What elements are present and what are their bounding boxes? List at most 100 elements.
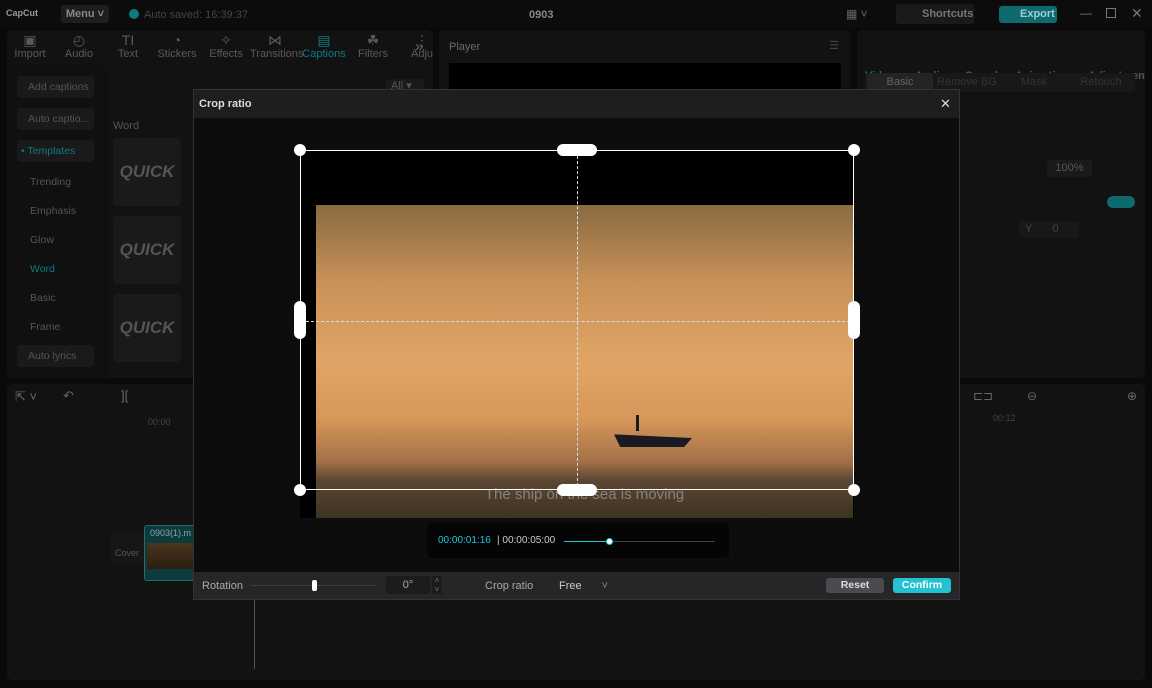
sidebar-item-word[interactable]: Word bbox=[30, 263, 55, 275]
effects-icon: ✧ bbox=[220, 32, 232, 48]
tab-audio[interactable]: ◴ Audio bbox=[54, 32, 104, 60]
auto-captions-button[interactable]: Auto captio... bbox=[17, 108, 94, 130]
crop-handle-top-right[interactable] bbox=[848, 144, 860, 156]
subtab-2[interactable]: Mask bbox=[1001, 73, 1067, 92]
tab-effects[interactable]: ✧ Effects bbox=[201, 32, 251, 60]
maximize-button[interactable] bbox=[1106, 8, 1116, 18]
cover-label: Cover bbox=[114, 548, 139, 558]
sidebar-item-frame[interactable]: Frame bbox=[30, 321, 60, 333]
export-button[interactable]: Export bbox=[999, 6, 1057, 23]
crop-handle-bottom[interactable] bbox=[557, 484, 597, 496]
crop-handle-bottom-left[interactable] bbox=[294, 484, 306, 496]
sidebar-item-trending[interactable]: Trending bbox=[30, 176, 71, 188]
tab-label: Text bbox=[117, 48, 139, 60]
tab-captions[interactable]: ▤ Captions bbox=[299, 32, 349, 60]
captions-icon: ▤ bbox=[317, 32, 331, 48]
player-menu-icon[interactable]: ☰ bbox=[829, 39, 839, 52]
crop-ratio-label: Crop ratio bbox=[485, 580, 534, 592]
auto-lyrics-button[interactable]: Auto lyrics bbox=[17, 345, 94, 367]
confirm-button[interactable]: Confirm bbox=[893, 578, 951, 593]
crop-ratio-dialog: Crop ratio ✕ The ship on the sea is movi… bbox=[193, 89, 960, 600]
title-bar: CapCut Menu ˅ Auto saved: 16:39:37 0903 … bbox=[0, 0, 1152, 28]
tab-label: Transitions bbox=[250, 48, 304, 60]
dialog-title: Crop ratio bbox=[194, 90, 959, 118]
crop-handle-bottom-right[interactable] bbox=[848, 484, 860, 496]
rotation-thumb[interactable] bbox=[311, 580, 317, 591]
playback-slider[interactable] bbox=[564, 538, 715, 545]
current-time: 00:00:01:16 bbox=[438, 535, 491, 546]
grid-line bbox=[301, 321, 855, 322]
rotation-input[interactable]: 0° bbox=[386, 576, 430, 594]
select-tool-icon[interactable]: ⇱ ˅ bbox=[15, 389, 37, 405]
tab-import[interactable]: ▣ Import bbox=[5, 32, 55, 60]
clip-name: 0903(1).m bbox=[150, 528, 192, 538]
import-icon: ▣ bbox=[23, 32, 37, 48]
ruler-start: 00:00 bbox=[148, 417, 171, 427]
undo-icon[interactable]: ↶ bbox=[63, 388, 74, 404]
cover-button[interactable]: Cover bbox=[110, 532, 144, 564]
total-time-value: 00:00:05:00 bbox=[502, 535, 556, 546]
menu-label: Menu bbox=[65, 8, 95, 20]
sidebar-item-glow[interactable]: Glow bbox=[30, 234, 54, 246]
tab-label: Stickers bbox=[157, 48, 197, 60]
crop-handle-top-left[interactable] bbox=[294, 144, 306, 156]
playhead[interactable] bbox=[254, 599, 255, 669]
tab-label: Audio bbox=[64, 48, 94, 60]
sidebar-item-basic[interactable]: Basic bbox=[30, 292, 56, 304]
split-icon[interactable]: ][ bbox=[121, 388, 128, 403]
add-captions-button[interactable]: Add captions bbox=[17, 76, 94, 98]
rotation-stepper[interactable]: ˄ ˅ bbox=[432, 576, 442, 594]
playback-bar: 00:00:01:16 | 00:00:05:00 bbox=[427, 523, 729, 558]
tab-text[interactable]: TI Text bbox=[103, 32, 153, 60]
y-value: 0 bbox=[1052, 223, 1059, 235]
scale-input[interactable]: 100% bbox=[1047, 160, 1092, 177]
crop-handle-top[interactable] bbox=[557, 144, 597, 156]
total-time: | 00:00:05:00 bbox=[497, 535, 556, 546]
crop-handle-left[interactable] bbox=[294, 301, 306, 339]
crop-box[interactable] bbox=[300, 150, 855, 491]
zoom-out-icon[interactable]: ⊖ bbox=[1027, 389, 1037, 403]
playback-progress bbox=[564, 541, 610, 542]
sidebar-item-emphasis[interactable]: Emphasis bbox=[30, 205, 76, 217]
templates-button[interactable]: • Templates bbox=[17, 140, 94, 162]
close-dialog-button[interactable]: ✕ bbox=[940, 96, 951, 112]
shortcuts-label: Shortcuts bbox=[922, 8, 974, 20]
subtab-3[interactable]: Retouch bbox=[1068, 73, 1134, 92]
tab-label: Captions bbox=[302, 48, 346, 60]
crop-canvas: The ship on the sea is moving bbox=[294, 144, 860, 518]
chevron-down-icon: ˅ bbox=[601, 580, 609, 592]
text-icon: TI bbox=[121, 32, 135, 48]
close-window-button[interactable]: ✕ bbox=[1131, 5, 1143, 22]
reset-button[interactable]: Reset bbox=[826, 578, 884, 593]
split-screen-icon[interactable]: ⊏⊐ bbox=[973, 389, 993, 403]
caption-template[interactable]: QUICK bbox=[113, 294, 181, 362]
filters-icon: ☘ bbox=[366, 32, 380, 48]
crop-ratio-dropdown[interactable]: Free ˅ bbox=[559, 580, 608, 592]
position-y-input[interactable]: Y0 bbox=[1019, 221, 1079, 238]
shortcuts-button[interactable]: Shortcuts bbox=[896, 4, 974, 24]
video-clip[interactable]: 0903(1).m bbox=[144, 525, 200, 581]
layout-icon[interactable]: ▦ ˅ bbox=[846, 7, 868, 21]
tab-filters[interactable]: ☘ Filters bbox=[348, 32, 398, 60]
check-icon bbox=[129, 9, 139, 19]
export-label: Export bbox=[1020, 8, 1055, 20]
player-title: Player bbox=[449, 41, 481, 53]
clip-thumbnail bbox=[147, 543, 197, 569]
more-tabs-icon[interactable]: » bbox=[415, 38, 423, 55]
tab-label: Effects bbox=[209, 48, 243, 60]
rotation-label: Rotation bbox=[202, 580, 243, 592]
tab-transitions[interactable]: ⋈ Transitions bbox=[250, 32, 304, 60]
caption-template[interactable]: QUICK bbox=[113, 138, 181, 206]
app-logo: CapCut bbox=[6, 8, 38, 18]
crop-handle-right[interactable] bbox=[848, 301, 860, 339]
zoom-in-icon[interactable]: ⊕ bbox=[1127, 389, 1137, 403]
menu-button[interactable]: Menu ˅ bbox=[61, 5, 109, 23]
tab-label: Import bbox=[14, 48, 46, 60]
playback-thumb[interactable] bbox=[606, 538, 614, 545]
tab-label: Filters bbox=[358, 48, 388, 60]
uniform-scale-toggle[interactable] bbox=[1107, 196, 1135, 208]
caption-template[interactable]: QUICK bbox=[113, 216, 181, 284]
minimize-button[interactable]: — bbox=[1080, 6, 1092, 20]
tab-stickers[interactable]: ◔ Stickers bbox=[152, 32, 202, 60]
rotation-slider[interactable] bbox=[251, 580, 376, 591]
